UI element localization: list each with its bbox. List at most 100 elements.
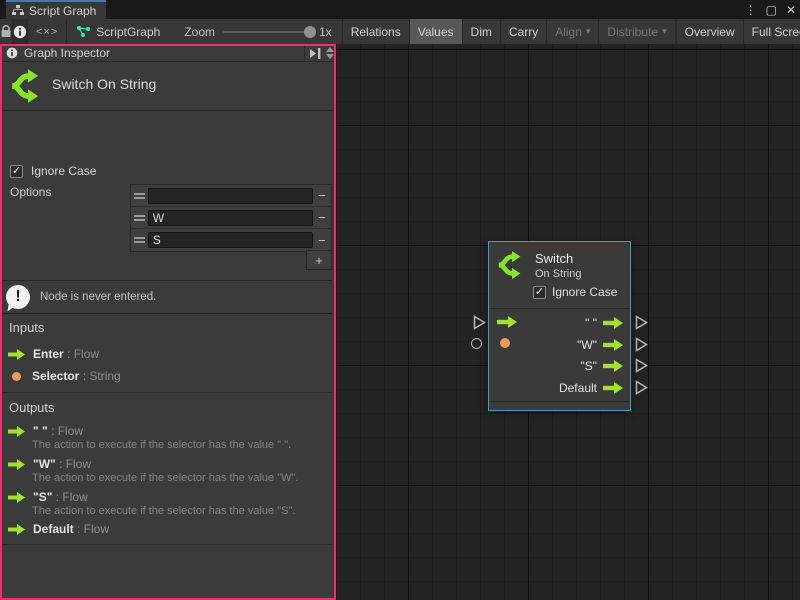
port-name: "W" bbox=[33, 457, 56, 471]
dim-button[interactable]: Dim bbox=[463, 19, 501, 44]
remove-option-button[interactable]: − bbox=[313, 233, 331, 248]
options-list: − − − bbox=[130, 184, 332, 252]
port-name: Selector bbox=[32, 369, 79, 383]
close-icon[interactable]: ✕ bbox=[786, 3, 796, 17]
align-dropdown[interactable]: Align ▾ bbox=[547, 19, 599, 44]
node-divider bbox=[489, 308, 630, 309]
window-tab-bar: Script Graph ⋮ ▢ ✕ bbox=[0, 0, 800, 19]
maximize-icon[interactable]: ▢ bbox=[766, 3, 777, 17]
input-port-row: Enter : Flow bbox=[8, 347, 99, 361]
node-subtitle: On String bbox=[535, 268, 581, 280]
switch-node[interactable]: Switch On String ✓ Ignore Case " " "W" bbox=[488, 241, 631, 411]
fullscreen-button[interactable]: Full Screen bbox=[744, 19, 800, 44]
ignore-case-label: Ignore Case bbox=[552, 285, 617, 299]
flow-arrow-icon bbox=[8, 492, 25, 503]
window-controls: ⋮ ▢ ✕ bbox=[745, 0, 796, 19]
zoom-slider[interactable] bbox=[223, 31, 311, 33]
outputs-header: Outputs bbox=[9, 400, 55, 415]
chevron-down-icon: ▾ bbox=[662, 26, 667, 37]
code-preview-button[interactable]: <×> bbox=[28, 19, 67, 44]
drag-handle-icon[interactable] bbox=[131, 193, 148, 199]
section-divider bbox=[0, 544, 332, 545]
inspector-title: Graph Inspector bbox=[24, 46, 110, 60]
overview-button[interactable]: Overview bbox=[676, 19, 744, 44]
distribute-dropdown[interactable]: Distribute ▾ bbox=[599, 19, 675, 44]
switch-node-header[interactable]: Switch On String ✓ Ignore Case bbox=[489, 242, 630, 308]
hierarchy-icon bbox=[12, 5, 24, 16]
ignore-case-checkbox[interactable]: ✓ bbox=[10, 165, 23, 178]
panel-scroll-spinner[interactable] bbox=[326, 47, 334, 59]
add-option-button[interactable]: + bbox=[306, 250, 332, 270]
inspector-header: Graph Inspector bbox=[0, 44, 336, 62]
graph-name-label: ScriptGraph bbox=[96, 25, 160, 39]
flow-arrow-icon bbox=[8, 349, 25, 360]
drag-handle-icon[interactable] bbox=[131, 237, 148, 243]
external-flow-port[interactable] bbox=[635, 315, 648, 330]
inspect-toggle-button[interactable] bbox=[13, 19, 28, 44]
output-port-space[interactable]: " " bbox=[585, 316, 623, 330]
option-value-input[interactable] bbox=[148, 188, 313, 204]
port-name: " " bbox=[33, 424, 48, 438]
flow-arrow-icon bbox=[8, 524, 25, 535]
remove-option-button[interactable]: − bbox=[313, 188, 331, 203]
scroll-up-icon[interactable] bbox=[326, 47, 334, 52]
zoom-slider-handle[interactable] bbox=[304, 26, 316, 38]
option-row: − bbox=[131, 185, 331, 207]
graph-canvas[interactable]: Switch On String ✓ Ignore Case " " "W" bbox=[336, 44, 800, 600]
zoom-value: 1x bbox=[319, 25, 332, 39]
option-row: − bbox=[131, 229, 331, 251]
value-port-icon bbox=[12, 372, 21, 381]
inspector-node-title: Switch On String bbox=[52, 76, 156, 92]
zoom-label: Zoom bbox=[184, 25, 215, 39]
port-name: Enter bbox=[33, 347, 64, 361]
lock-button[interactable] bbox=[0, 19, 13, 44]
ignore-case-checkbox[interactable]: ✓ bbox=[533, 286, 546, 299]
port-type: : Flow bbox=[51, 424, 83, 438]
output-port-w[interactable]: "W" bbox=[577, 338, 623, 352]
external-flow-port[interactable] bbox=[635, 380, 648, 395]
output-port-row: "W" : Flow bbox=[8, 457, 91, 471]
output-port-default[interactable]: Default bbox=[559, 381, 623, 395]
warning-icon: ! bbox=[6, 285, 30, 309]
tab-title: Script Graph bbox=[29, 4, 96, 18]
selector-port[interactable] bbox=[500, 338, 510, 348]
ignore-case-label: Ignore Case bbox=[31, 164, 96, 178]
graph-inspector-panel: Graph Inspector bbox=[0, 44, 336, 600]
values-button[interactable]: Values bbox=[410, 19, 463, 44]
external-flow-port[interactable] bbox=[473, 315, 486, 330]
option-value-input[interactable] bbox=[148, 210, 313, 226]
ignore-case-row: ✓ Ignore Case bbox=[10, 164, 96, 178]
inputs-header: Inputs bbox=[9, 320, 44, 335]
enter-port[interactable] bbox=[497, 316, 517, 328]
lock-icon bbox=[0, 25, 12, 38]
option-value-input[interactable] bbox=[148, 232, 313, 248]
options-label: Options bbox=[10, 185, 51, 199]
port-name: Default bbox=[33, 522, 74, 536]
remove-option-button[interactable]: − bbox=[313, 210, 331, 225]
tab-script-graph[interactable]: Script Graph bbox=[6, 0, 106, 19]
chevron-down-icon: ▾ bbox=[586, 26, 591, 37]
scroll-down-icon[interactable] bbox=[326, 54, 334, 59]
zoom-control: Zoom 1x bbox=[174, 19, 341, 44]
option-row: − bbox=[131, 207, 331, 229]
external-flow-port[interactable] bbox=[635, 337, 648, 352]
info-icon bbox=[6, 47, 18, 59]
dock-panel-icon[interactable] bbox=[309, 48, 322, 59]
more-menu-icon[interactable]: ⋮ bbox=[745, 3, 757, 17]
info-icon bbox=[13, 25, 27, 39]
flow-arrow-icon bbox=[8, 459, 25, 470]
carry-button[interactable]: Carry bbox=[501, 19, 547, 44]
port-description: The action to execute if the selector ha… bbox=[32, 472, 322, 484]
external-flow-port[interactable] bbox=[635, 358, 648, 373]
graph-breadcrumb[interactable]: ScriptGraph bbox=[67, 19, 174, 44]
port-type: : String bbox=[83, 369, 121, 383]
drag-handle-icon[interactable] bbox=[131, 215, 148, 221]
header-separator bbox=[304, 44, 305, 62]
port-type: : Flow bbox=[56, 490, 88, 504]
script-graph-icon bbox=[77, 26, 90, 38]
output-port-s[interactable]: "S" bbox=[580, 359, 623, 373]
relations-button[interactable]: Relations bbox=[343, 19, 410, 44]
external-value-port[interactable] bbox=[471, 338, 482, 349]
port-type: : Flow bbox=[59, 457, 91, 471]
output-port-row: " " : Flow bbox=[8, 424, 83, 438]
